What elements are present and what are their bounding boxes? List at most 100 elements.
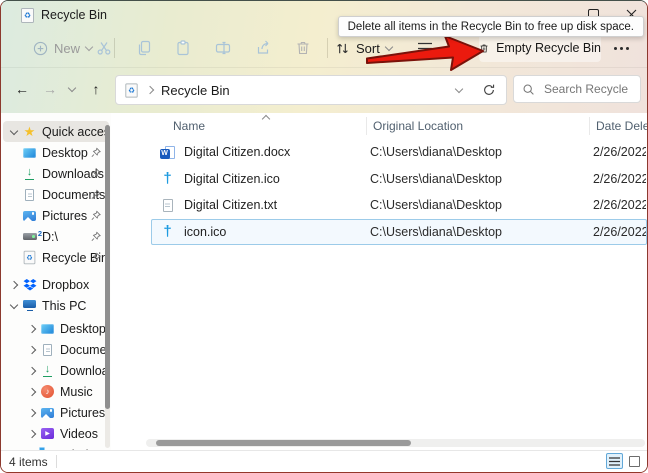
items-count: 4 items — [9, 454, 48, 469]
file-date-deleted: 2/26/2022 5:2 — [593, 171, 646, 186]
large-icons-view-button[interactable] — [626, 453, 643, 469]
sidebar-item-documents[interactable]: Documents — [3, 184, 109, 205]
sidebar-item-recycle-bin[interactable]: Recycle Bin — [3, 247, 109, 268]
sidebar-item-desktop[interactable]: Desktop — [3, 142, 109, 163]
sidebar-item-quick-access[interactable]: ★ Quick access — [3, 121, 109, 142]
details-view-button[interactable] — [606, 453, 623, 469]
recycle-bin-icon — [23, 250, 36, 265]
empty-recycle-bin-button[interactable]: Empty Recycle Bin — [479, 34, 601, 62]
pin-icon — [91, 189, 101, 203]
pictures-icon — [23, 210, 36, 221]
forward-button[interactable]: → — [37, 76, 63, 102]
chevron-right-icon[interactable] — [27, 429, 37, 438]
drive-badge: 2 — [37, 229, 42, 238]
sidebar-item-pc-downloads[interactable]: Downloads — [3, 360, 109, 381]
chevron-right-icon[interactable] — [9, 280, 19, 289]
sidebar-item-d-drive[interactable]: 2 D:\ — [3, 226, 109, 247]
search-input[interactable] — [542, 81, 632, 97]
new-button-label: New — [54, 40, 81, 56]
file-row-digital-citizen-ico[interactable]: Digital Citizen.ico C:\Users\diana\Deskt… — [151, 166, 647, 193]
rename-button[interactable] — [209, 35, 237, 61]
sidebar-item-pc-videos[interactable]: Videos — [3, 423, 109, 444]
up-button[interactable]: ↑ — [83, 76, 109, 102]
copy-button[interactable] — [130, 35, 158, 61]
file-name: Digital Citizen.txt — [184, 198, 278, 213]
sidebar-item-pc-pictures[interactable]: Pictures — [3, 402, 109, 423]
videos-icon — [41, 428, 54, 439]
word-doc-icon — [159, 145, 176, 159]
recent-locations-button[interactable] — [63, 76, 81, 102]
sidebar-item-label: Quick access — [42, 124, 109, 139]
tooltip: Delete all items in the Recycle Bin to f… — [337, 16, 644, 37]
new-button[interactable]: New — [27, 35, 98, 61]
navigation-pane: ★ Quick access Desktop Downloads Documen… — [1, 113, 111, 451]
ico-file-icon — [163, 172, 171, 185]
documents-icon — [43, 343, 52, 356]
search-box[interactable] — [513, 75, 641, 103]
horizontal-scrollbar-thumb[interactable] — [156, 440, 411, 446]
sidebar-item-label: Pictures — [60, 405, 106, 420]
sort-button[interactable]: Sort — [331, 35, 396, 61]
sidebar-item-downloads[interactable]: Downloads — [3, 163, 109, 184]
sidebar-item-dropbox[interactable]: Dropbox — [3, 274, 109, 295]
rename-icon — [215, 41, 231, 55]
sidebar-item-label: Music — [60, 384, 93, 399]
file-row-digital-citizen-txt[interactable]: Digital Citizen.txt C:\Users\diana\Deskt… — [151, 192, 647, 219]
pin-icon — [91, 147, 101, 161]
column-header-date-deleted[interactable]: Date Deleted — [589, 117, 647, 135]
file-row-icon-ico[interactable]: icon.ico C:\Users\diana\Desktop 2/26/202… — [151, 218, 647, 245]
sidebar-item-label: Documents — [60, 342, 109, 357]
file-name: icon.ico — [184, 224, 227, 239]
monitor-icon — [23, 300, 36, 311]
sidebar-item-pc-music[interactable]: Music — [3, 381, 109, 402]
downloads-icon — [23, 167, 36, 180]
drive-icon — [22, 233, 37, 240]
sidebar-item-pc-documents[interactable]: Documents — [3, 339, 109, 360]
sidebar-scrollbar[interactable] — [105, 125, 110, 448]
delete-button[interactable] — [289, 35, 317, 61]
toolbar-separator — [327, 38, 328, 58]
column-header-original-location[interactable]: Original Location — [366, 117, 589, 135]
share-button[interactable] — [250, 35, 278, 61]
sort-icon — [337, 43, 348, 53]
file-row-digital-citizen-docx[interactable]: Digital Citizen.docx C:\Users\diana\Desk… — [151, 139, 647, 166]
breadcrumb[interactable]: Recycle Bin — [161, 83, 230, 98]
desktop-icon — [41, 323, 54, 334]
back-button[interactable]: ← — [9, 76, 35, 102]
chevron-right-icon[interactable] — [27, 387, 37, 396]
view-button[interactable] — [417, 42, 433, 60]
recycle-bin-icon — [21, 8, 34, 23]
sidebar-item-label: This PC — [42, 298, 87, 313]
column-headers: Name Original Location Date Deleted — [144, 115, 647, 137]
chevron-right-icon[interactable] — [27, 345, 37, 354]
file-original-location: C:\Users\diana\Desktop — [370, 171, 503, 186]
chevron-right-icon[interactable] — [27, 408, 37, 417]
sidebar-item-this-pc[interactable]: This PC — [3, 295, 109, 316]
refresh-icon[interactable] — [482, 83, 496, 97]
cut-button[interactable] — [90, 35, 118, 61]
sidebar-scrollbar-thumb[interactable] — [105, 125, 110, 409]
file-list-panel: Name Original Location Date Deleted Digi… — [111, 113, 647, 451]
chevron-down-icon — [67, 83, 77, 93]
sidebar-item-pc-desktop[interactable]: Desktop — [3, 318, 109, 339]
sidebar-item-label: D:\ — [42, 229, 58, 244]
file-name: Digital Citizen.ico — [184, 171, 280, 186]
paste-button[interactable] — [169, 35, 197, 61]
chevron-down-icon[interactable] — [9, 300, 19, 309]
chevron-right-icon[interactable] — [27, 366, 37, 375]
copy-icon — [138, 40, 151, 56]
chevron-right-icon[interactable] — [27, 324, 37, 333]
file-original-location: C:\Users\diana\Desktop — [370, 224, 503, 239]
address-bar[interactable]: Recycle Bin — [115, 75, 507, 105]
dropbox-icon — [23, 278, 36, 291]
plus-circle-icon — [33, 41, 48, 55]
search-icon — [523, 84, 534, 95]
address-dropdown-icon[interactable] — [454, 84, 464, 94]
horizontal-scrollbar[interactable] — [146, 439, 645, 447]
sidebar-item-pictures[interactable]: Pictures — [3, 205, 109, 226]
see-more-button[interactable] — [605, 35, 637, 61]
chevron-down-icon[interactable] — [9, 126, 19, 135]
status-separator — [55, 455, 57, 468]
status-bar: 4 items — [1, 450, 647, 472]
column-header-name[interactable]: Name — [144, 117, 366, 135]
